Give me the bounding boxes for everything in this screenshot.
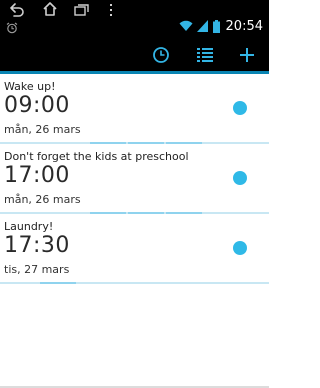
action-bar bbox=[0, 38, 269, 71]
clock-button[interactable] bbox=[146, 41, 176, 69]
weekday-indicator bbox=[40, 282, 76, 284]
home-icon[interactable] bbox=[42, 2, 58, 17]
clock-icon bbox=[153, 47, 169, 63]
battery-icon bbox=[212, 19, 220, 33]
status-bar-left-icons bbox=[6, 2, 114, 36]
list-button[interactable] bbox=[190, 41, 220, 69]
alarm-date: mån, 26 mars bbox=[4, 193, 81, 206]
alarm-enabled-indicator[interactable] bbox=[233, 101, 247, 115]
alarm-label: Laundry! bbox=[4, 220, 54, 233]
alarm-label: Wake up! bbox=[4, 80, 56, 93]
alarm-date: mån, 26 mars bbox=[4, 123, 81, 136]
wifi-icon bbox=[179, 20, 193, 31]
alarm-time: 17:00 bbox=[4, 163, 70, 188]
alarm-item[interactable]: Don't forget the kids at preschool 17:00… bbox=[0, 144, 269, 214]
alarm-enabled-indicator[interactable] bbox=[233, 171, 247, 185]
status-time: 20:54 bbox=[225, 18, 263, 34]
alarm-time: 17:30 bbox=[4, 233, 70, 258]
status-bar-right: 20:54 bbox=[179, 16, 263, 36]
alarm-list: Wake up! 09:00 mån, 26 mars Don't forget… bbox=[0, 74, 269, 284]
list-icon bbox=[197, 48, 213, 62]
alarm-item[interactable]: Laundry! 17:30 tis, 27 mars bbox=[0, 214, 269, 284]
alarm-enabled-indicator[interactable] bbox=[233, 241, 247, 255]
add-alarm-button[interactable] bbox=[232, 41, 262, 69]
alarm-time: 09:00 bbox=[4, 93, 70, 118]
status-bar: 20:54 bbox=[0, 0, 269, 38]
alarm-clock-icon bbox=[6, 22, 18, 34]
signal-icon bbox=[196, 20, 208, 32]
alarm-label: Don't forget the kids at preschool bbox=[4, 150, 189, 163]
recent-apps-icon[interactable] bbox=[74, 3, 90, 17]
add-icon bbox=[240, 48, 254, 62]
menu-dots-icon[interactable] bbox=[108, 3, 114, 17]
alarm-item[interactable]: Wake up! 09:00 mån, 26 mars bbox=[0, 74, 269, 144]
alarm-date: tis, 27 mars bbox=[4, 263, 70, 276]
back-icon[interactable] bbox=[8, 3, 24, 17]
